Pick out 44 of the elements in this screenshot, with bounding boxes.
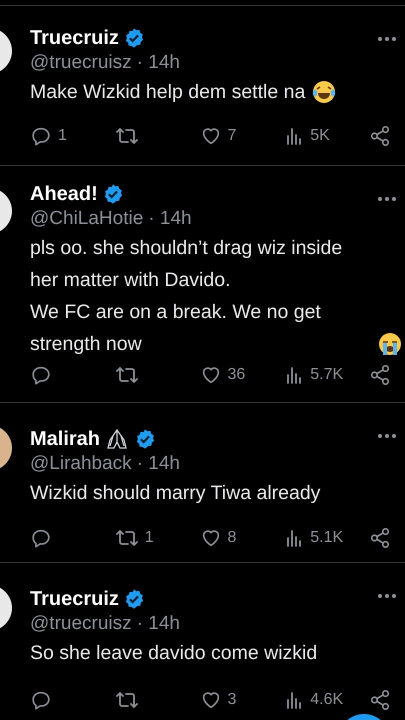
share-icon[interactable] (369, 527, 391, 549)
display-name[interactable]: Truecruiz (30, 584, 119, 614)
timestamp: · 14h (148, 207, 192, 231)
share-icon[interactable] (369, 364, 391, 386)
repost-icon[interactable] (114, 125, 139, 147)
like-count: 3 (228, 690, 236, 710)
laughing-emoji-icon (311, 79, 338, 105)
more-options-icon[interactable] (377, 593, 397, 599)
display-name[interactable]: Truecruiz (30, 23, 119, 53)
repost-icon[interactable] (114, 364, 139, 386)
reply-icon[interactable] (30, 689, 52, 711)
repost-icon[interactable] (114, 527, 139, 549)
views-count: 4.6K (310, 690, 344, 710)
repost-count: 1 (144, 528, 154, 548)
share-icon[interactable] (369, 125, 391, 147)
more-options-icon[interactable] (377, 196, 397, 202)
username[interactable]: @truecruisz (30, 611, 132, 637)
tweet-text: Wizkid should marry Tiwa already (30, 481, 320, 506)
username[interactable]: @ChiLaHotie (30, 206, 144, 232)
reply-icon[interactable] (30, 125, 52, 147)
more-options-icon[interactable] (377, 36, 397, 42)
share-icon[interactable] (369, 689, 391, 711)
reply-icon[interactable] (30, 527, 52, 549)
display-name[interactable]: Ahead! (30, 179, 98, 209)
like-count: 36 (228, 365, 246, 385)
views-count: 5K (310, 126, 330, 146)
views-count: 5.1K (310, 528, 344, 548)
timestamp: · 14h (136, 452, 180, 476)
username[interactable]: @truecruisz (30, 50, 132, 76)
like-count: 8 (228, 528, 236, 548)
more-options-icon[interactable] (377, 433, 397, 439)
tweet-text: pls oo. she shouldn’t drag wiz inside her matter with Davido. We FC are on a break. We no get strength now (30, 236, 344, 357)
username[interactable]: @Lirahback (30, 451, 132, 477)
timestamp: · 14h (136, 51, 180, 75)
tweet-text: Make Wizkid help dem settle na (30, 80, 306, 105)
reply-icon[interactable] (30, 364, 52, 386)
reply-count: 1 (58, 126, 67, 146)
display-name[interactable]: Malirah (30, 424, 100, 454)
tweet-text: So she leave davido come wizkid (30, 641, 318, 666)
views-count: 5.7K (310, 365, 344, 385)
timestamp: · 14h (136, 612, 180, 636)
crying-emoji-icon (377, 331, 403, 357)
like-count: 7 (228, 126, 236, 146)
repost-icon[interactable] (114, 689, 139, 711)
